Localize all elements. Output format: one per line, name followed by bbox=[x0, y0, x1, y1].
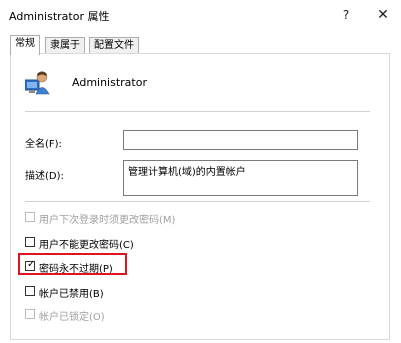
must-change-password-label: 用户下次登录时须更改密码(M) bbox=[39, 215, 176, 226]
help-button[interactable]: ? bbox=[336, 6, 356, 24]
separator-top bbox=[25, 111, 370, 112]
fullname-label: 全名(F): bbox=[25, 139, 62, 150]
highlight-box bbox=[18, 253, 127, 275]
close-button[interactable]: ✕ bbox=[373, 6, 393, 24]
account-disabled-label: 帐户已禁用(B) bbox=[39, 289, 104, 300]
tab-member-of[interactable]: 隶属于 bbox=[45, 37, 85, 54]
user-account-icon bbox=[25, 71, 50, 95]
account-locked-checkbox[interactable] bbox=[25, 309, 35, 319]
tab-general[interactable]: 常规 bbox=[10, 35, 40, 55]
user-name-label: Administrator bbox=[72, 76, 147, 89]
tab-profile[interactable]: 配置文件 bbox=[89, 37, 139, 54]
title-bar: Administrator 属性 ? ✕ bbox=[0, 0, 401, 30]
account-disabled-checkbox[interactable] bbox=[25, 286, 35, 296]
must-change-password-checkbox[interactable] bbox=[25, 212, 35, 222]
separator-middle bbox=[25, 201, 370, 202]
cannot-change-password-label: 用户不能更改密码(C) bbox=[39, 240, 134, 251]
fullname-input[interactable] bbox=[123, 130, 358, 150]
window-title: Administrator 属性 bbox=[9, 10, 110, 23]
description-input[interactable]: 管理计算机(域)的内置帐户 bbox=[123, 160, 358, 196]
account-locked-label: 帐户已锁定(O) bbox=[39, 312, 105, 323]
cannot-change-password-checkbox[interactable] bbox=[25, 237, 35, 247]
description-label: 描述(D): bbox=[25, 171, 64, 182]
